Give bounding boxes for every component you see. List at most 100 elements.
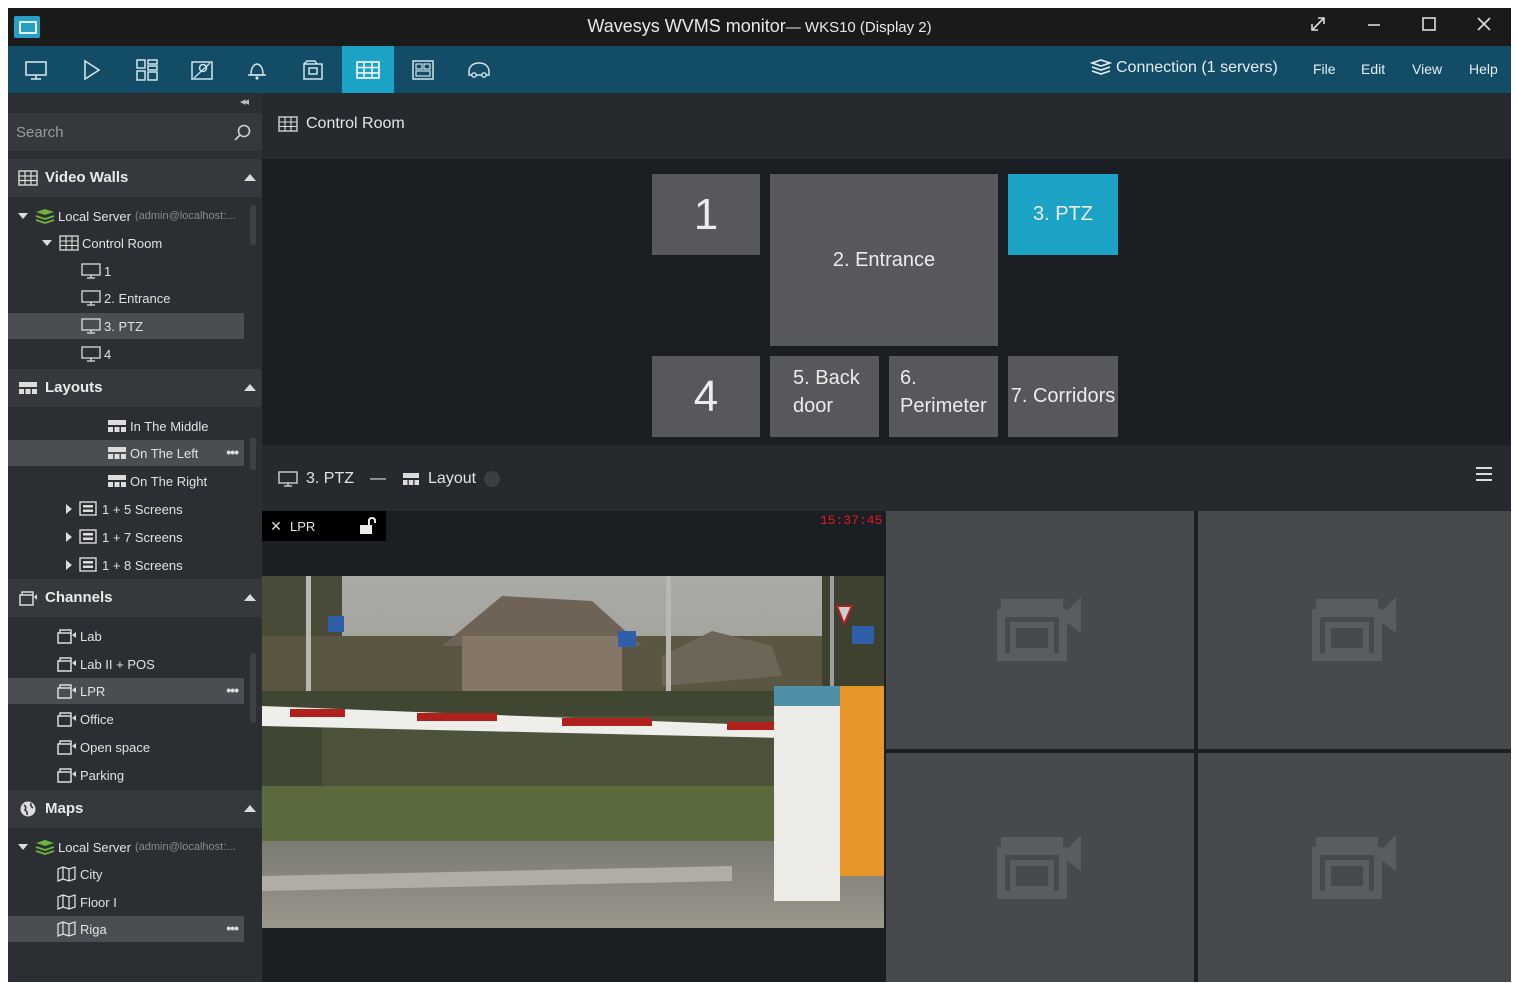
minimize-icon[interactable]: [1354, 14, 1394, 40]
close-icon[interactable]: [1464, 14, 1504, 40]
expand-right-icon[interactable]: [66, 532, 72, 542]
map-item[interactable]: Floor I: [56, 889, 246, 915]
collapse-sidebar-icon[interactable]: ◂◂: [240, 95, 249, 108]
tree-server-node[interactable]: Local Server (admin@localhost:...: [18, 203, 252, 229]
search-icon[interactable]: [232, 123, 252, 143]
search-input[interactable]: [16, 121, 216, 143]
wall-screen-item[interactable]: 4: [80, 341, 244, 367]
channel-label: Parking: [80, 767, 125, 783]
layout-grid-icon[interactable]: [121, 46, 173, 93]
channel-item[interactable]: Lab: [56, 623, 246, 649]
layout-label: On The Right: [130, 473, 208, 489]
wall-screen-3[interactable]: 3. PTZ: [1008, 174, 1118, 255]
channel-label: Open space: [80, 739, 151, 755]
section-label: Layouts: [45, 379, 103, 396]
scrollbar[interactable]: [250, 205, 256, 245]
video-player-cell[interactable]: ✕ LPR 15:37:45: [262, 511, 884, 982]
car-icon[interactable]: [453, 46, 505, 93]
layout-group[interactable]: 1 + 7 Screens: [66, 524, 246, 550]
wall-screen-4[interactable]: 4: [652, 356, 760, 437]
menu-view[interactable]: View: [1412, 61, 1442, 77]
fullscreen-icon[interactable]: [1298, 14, 1338, 40]
map-item[interactable]: City: [56, 861, 246, 887]
connection-status[interactable]: Connection (1 servers): [1090, 59, 1278, 77]
section-maps[interactable]: Maps: [8, 790, 262, 828]
layout-icon: [19, 382, 37, 394]
channel-item[interactable]: Office: [56, 706, 246, 732]
expand-down-icon[interactable]: [42, 240, 52, 246]
empty-cell[interactable]: [1198, 511, 1511, 749]
layout-item[interactable]: In The Middle: [106, 413, 246, 439]
expand-right-icon[interactable]: [66, 560, 72, 570]
channel-item-selected[interactable]: LPR •••: [8, 678, 244, 704]
close-player-icon[interactable]: ✕: [262, 518, 290, 535]
collapse-section-icon[interactable]: [244, 594, 256, 601]
camera-placeholder-icon: [997, 834, 1081, 899]
monitor-icon[interactable]: [10, 46, 62, 93]
screen-label: 1: [104, 263, 112, 279]
layout-label: Layout: [428, 470, 477, 487]
wall-screen-item-selected[interactable]: 3. PTZ: [8, 313, 244, 339]
wall-screen-item[interactable]: 1: [80, 258, 244, 284]
camera-icon: [19, 591, 37, 606]
wall-screen-1[interactable]: 1: [652, 174, 760, 255]
tree-wall-node[interactable]: Control Room: [42, 230, 252, 256]
wall-screen-7[interactable]: 7. Corridors: [1008, 356, 1118, 437]
expand-right-icon[interactable]: [66, 504, 72, 514]
video-wall-icon[interactable]: [342, 46, 394, 93]
layout-group[interactable]: 1 + 5 Screens: [66, 496, 246, 522]
scrollbar[interactable]: [250, 438, 256, 470]
hamburger-menu-icon[interactable]: [1476, 467, 1492, 481]
channel-item[interactable]: Open space: [56, 734, 246, 760]
menu-file[interactable]: File: [1313, 61, 1336, 77]
menu-help[interactable]: Help: [1469, 61, 1498, 77]
search-box: [8, 113, 262, 151]
more-options-icon[interactable]: •••: [226, 920, 239, 936]
bell-icon[interactable]: [231, 46, 283, 93]
more-options-icon[interactable]: •••: [226, 444, 239, 460]
expand-down-icon[interactable]: [18, 844, 28, 850]
more-options-icon[interactable]: •••: [226, 682, 239, 698]
server-icon: [35, 209, 55, 224]
layout-group-label: 1 + 5 Screens: [102, 501, 183, 517]
collapse-section-icon[interactable]: [244, 174, 256, 181]
info-icon[interactable]: [484, 471, 501, 487]
window-title-sub: — WKS10 (Display 2): [785, 19, 932, 36]
section-video-walls[interactable]: Video Walls: [8, 159, 262, 197]
screen-label-line1: 5. Back: [793, 367, 860, 389]
screen-label: 7. Corridors: [1010, 385, 1116, 407]
layout-editor-icon[interactable]: [397, 46, 449, 93]
main-area: Control Room 1 2. Entrance 3. PTZ 4 5. B…: [262, 93, 1511, 982]
layout-item[interactable]: On The Right: [106, 468, 246, 494]
archive-icon[interactable]: [287, 46, 339, 93]
menu-edit[interactable]: Edit: [1361, 61, 1385, 77]
camera-icon: [57, 768, 76, 783]
play-icon[interactable]: [65, 46, 117, 93]
layout-info: 3. PTZ — Layout: [278, 470, 501, 488]
server-sublabel: (admin@localhost:...: [134, 210, 236, 222]
wall-screen-item[interactable]: 2. Entrance: [80, 285, 244, 311]
section-channels[interactable]: Channels: [8, 579, 262, 617]
channel-item[interactable]: Parking: [56, 762, 246, 788]
expand-down-icon[interactable]: [18, 213, 28, 219]
collapse-section-icon[interactable]: [244, 384, 256, 391]
collapse-section-icon[interactable]: [244, 805, 256, 812]
channel-item[interactable]: Lab II + POS: [56, 651, 246, 677]
layout-group[interactable]: 1 + 8 Screens: [66, 552, 246, 578]
map-pin-icon[interactable]: [176, 46, 228, 93]
section-layouts[interactable]: Layouts: [8, 369, 262, 407]
tree-server-node[interactable]: Local Server (admin@localhost:...: [18, 834, 252, 860]
wall-screen-5[interactable]: 5. Back door: [770, 356, 879, 437]
monitor-icon: [81, 290, 101, 306]
maximize-icon[interactable]: [1409, 14, 1449, 40]
map-item-selected[interactable]: Riga •••: [8, 916, 244, 942]
layout-item-selected[interactable]: On The Left •••: [8, 440, 244, 466]
wall-screen-2[interactable]: 2. Entrance: [770, 174, 998, 346]
empty-cell[interactable]: [1198, 753, 1511, 982]
empty-cell[interactable]: [886, 753, 1194, 982]
unlock-icon[interactable]: [352, 516, 382, 536]
video-wall-icon: [59, 235, 79, 251]
wall-screen-6[interactable]: 6. Perimeter: [889, 356, 998, 437]
scrollbar[interactable]: [250, 653, 256, 723]
empty-cell[interactable]: [886, 511, 1194, 749]
